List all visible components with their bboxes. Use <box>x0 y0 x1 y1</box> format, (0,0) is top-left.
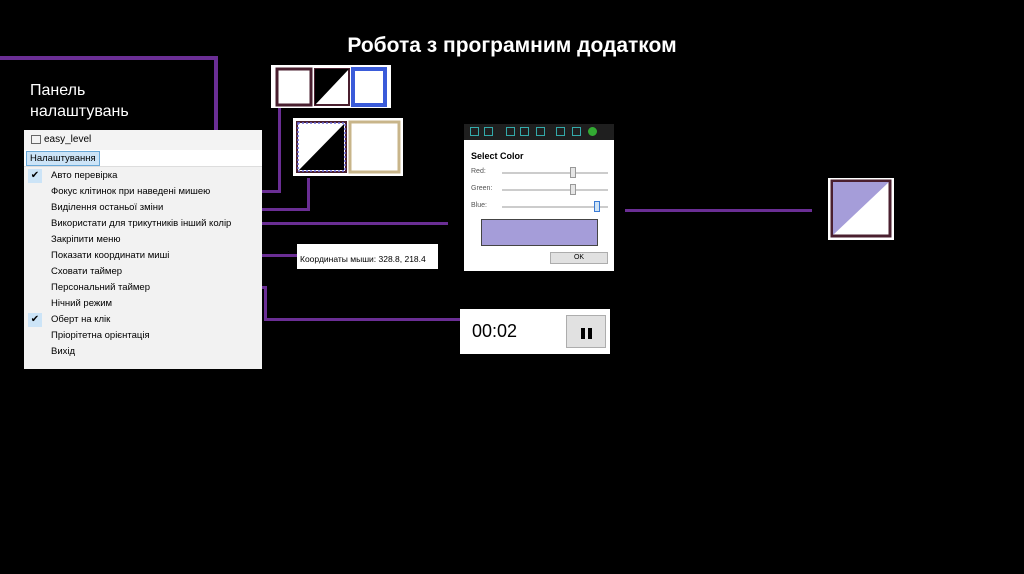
panel-label-line2: налаштувань <box>30 103 129 120</box>
slide-title: Робота з програмним додатком <box>347 34 677 57</box>
tile-preview-hover <box>271 65 391 108</box>
menu-item-show-coordinates[interactable]: Показати координати миші <box>24 248 262 264</box>
ok-button[interactable]: OK <box>550 252 608 264</box>
menu-item-label: Закріпити меню <box>51 234 121 245</box>
blue-slider-thumb[interactable] <box>594 201 600 212</box>
menu-item-pin-menu[interactable]: Закріпити меню <box>24 232 262 248</box>
picker-toolbar <box>464 124 614 140</box>
settings-menu: ✔ Авто перевірка Фокус клітинок при наве… <box>24 166 262 369</box>
triangle-cell <box>830 179 892 238</box>
check-icon: ✔ <box>28 313 42 327</box>
menu-item-label: Виділення останьої зміни <box>51 202 164 213</box>
settings-window: easy_level Налаштування ✔ Авто перевірка… <box>24 130 262 369</box>
red-slider-thumb[interactable] <box>570 167 576 178</box>
menu-item-label: Оберт на клік <box>51 314 111 325</box>
pause-button[interactable] <box>566 315 606 348</box>
color-preview-swatch <box>481 219 598 246</box>
panel-label: Панель налаштувань <box>30 80 129 122</box>
panel-label-line1: Панель <box>30 82 86 99</box>
tile-cells <box>296 120 401 174</box>
toolbar-icon[interactable] <box>520 127 529 136</box>
green-slider[interactable] <box>502 189 608 191</box>
timer-panel: 00:02 <box>460 309 610 354</box>
tile-cells <box>275 67 387 107</box>
menu-item-label: Сховати таймер <box>51 266 123 277</box>
menu-item-highlight-last-change[interactable]: Виділення останьої зміни <box>24 200 262 216</box>
menu-item-label: Вихід <box>51 346 76 357</box>
menu-item-label: Використати для трикутників інший колір <box>51 218 232 229</box>
toolbar-icon[interactable] <box>484 127 493 136</box>
menu-item-rotate-on-click[interactable]: ✔ Оберт на клік <box>24 312 262 328</box>
mouse-coordinates-text: Координаты мыши: 328.8, 218.4 <box>300 254 426 264</box>
blue-label: Blue: <box>471 202 487 209</box>
menu-item-hide-timer[interactable]: Сховати таймер <box>24 264 262 280</box>
toolbar-icon[interactable] <box>572 127 581 136</box>
menu-item-label: Пріорітетна орієнтація <box>51 330 150 341</box>
menu-item-personal-timer[interactable]: Персональний таймер <box>24 280 262 296</box>
check-circle-icon[interactable] <box>588 127 597 136</box>
green-slider-thumb[interactable] <box>570 184 576 195</box>
menu-item-night-mode[interactable]: Нічний режим <box>24 296 262 312</box>
mouse-coordinates-panel: Координаты мыши: 328.8, 218.4 <box>297 244 438 269</box>
color-picker-dialog: Select Color Red: Green: Blue: OK <box>464 124 614 271</box>
picker-title: Select Color <box>471 151 524 161</box>
menu-tab-settings[interactable]: Налаштування <box>26 151 100 166</box>
pause-icon <box>581 328 585 339</box>
tile-preview-last-change <box>293 118 403 176</box>
toolbar-icon[interactable] <box>556 127 565 136</box>
colored-triangle-tile <box>828 178 894 240</box>
red-slider[interactable] <box>502 172 608 174</box>
menu-item-label: Показати координати миші <box>51 250 170 261</box>
menu-item-label: Персональний таймер <box>51 282 150 293</box>
menu-item-triangle-color[interactable]: Використати для трикутників інший колір <box>24 216 262 232</box>
red-label: Red: <box>471 168 486 175</box>
toolbar-icon[interactable] <box>536 127 545 136</box>
menu-item-label: Авто перевірка <box>51 170 118 181</box>
menu-item-hover-focus[interactable]: Фокус клітинок при наведені мишею <box>24 184 262 200</box>
window-title: easy_level <box>44 134 92 145</box>
timer-display: 00:02 <box>472 321 518 341</box>
menu-item-auto-check[interactable]: ✔ Авто перевірка <box>24 168 262 184</box>
window-titlebar[interactable]: easy_level <box>24 130 262 150</box>
check-icon: ✔ <box>28 169 42 183</box>
menu-item-exit[interactable]: Вихід <box>24 344 262 360</box>
menu-item-label: Нічний режим <box>51 298 113 309</box>
toolbar-icon[interactable] <box>506 127 515 136</box>
blue-slider[interactable] <box>502 206 608 208</box>
pause-icon <box>588 328 592 339</box>
green-label: Green: <box>471 185 493 192</box>
menu-item-priority-orientation[interactable]: Пріорітетна орієнтація <box>24 328 262 344</box>
menu-item-label: Фокус клітинок при наведені мишею <box>51 186 211 197</box>
toolbar-icon[interactable] <box>470 127 479 136</box>
app-icon <box>31 135 41 144</box>
